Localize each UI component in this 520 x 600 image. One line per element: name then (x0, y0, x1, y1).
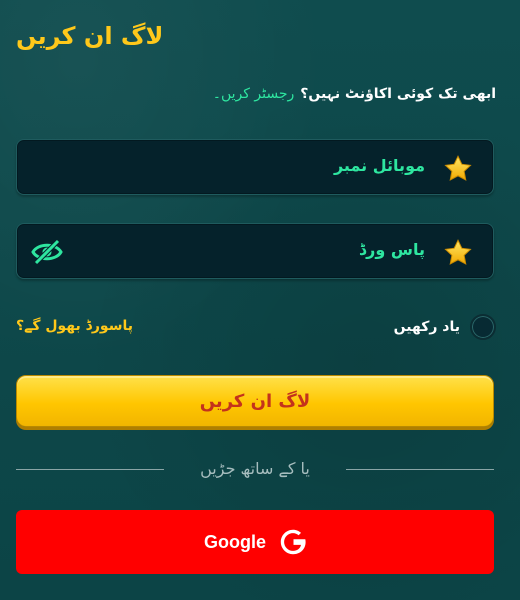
eye-slash-icon[interactable] (31, 238, 63, 266)
forgot-password-link[interactable]: پاسورڈ بھول گے؟ (16, 318, 133, 334)
remember-me-option[interactable]: یاد رکھیں (394, 314, 496, 340)
google-login-button[interactable]: Google (16, 510, 494, 574)
google-button-label: Google (204, 531, 266, 552)
mobile-number-field[interactable]: موبائل نمبر (16, 139, 494, 195)
google-g-icon (280, 529, 306, 555)
login-page: لاگ ان کریں ابھی تک کوئی اکاؤنٹ نہیں؟ رج… (0, 0, 520, 600)
remember-me-radio[interactable] (470, 314, 496, 340)
star-icon (444, 239, 472, 265)
password-field[interactable]: پاس ورڈ (16, 223, 494, 279)
divider: یا کے ساتھ جڑیں (16, 457, 494, 481)
star-icon (444, 155, 472, 181)
register-link[interactable]: رجسٹر کریں۔ (213, 86, 294, 102)
register-prompt-row: ابھی تک کوئی اکاؤنٹ نہیں؟ رجسٹر کریں۔ (213, 86, 496, 102)
login-button[interactable]: لاگ ان کریں (16, 375, 494, 427)
password-label: پاس ورڈ (359, 240, 425, 259)
divider-line-right (346, 469, 494, 470)
mobile-number-label: موبائل نمبر (333, 156, 425, 175)
register-prompt-text: ابھی تک کوئی اکاؤنٹ نہیں؟ (300, 86, 496, 102)
page-title: لاگ ان کریں (16, 22, 164, 50)
remember-me-label: یاد رکھیں (393, 319, 460, 335)
